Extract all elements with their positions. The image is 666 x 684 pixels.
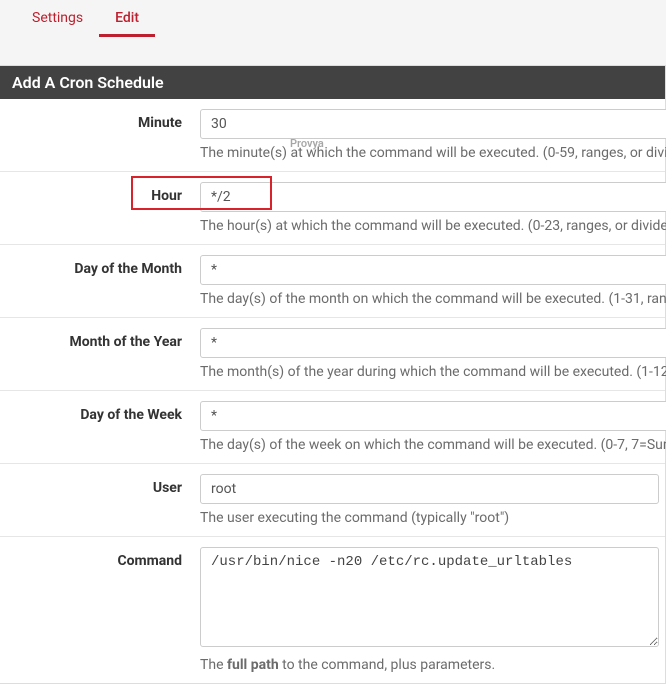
help-dow: The day(s) of the week on which the comm…: [200, 437, 666, 453]
input-moy[interactable]: [200, 328, 666, 358]
help-user: The user executing the command (typicall…: [200, 510, 659, 526]
panel-title: Add A Cron Schedule: [0, 66, 665, 99]
row-hour: Hour The hour(s) at which the command wi…: [0, 172, 665, 245]
row-user: User The user executing the command (typ…: [0, 464, 665, 537]
label-minute: Minute: [0, 109, 200, 161]
cron-panel: Provya Add A Cron Schedule Minute The mi…: [0, 65, 666, 684]
label-moy: Month of the Year: [0, 328, 200, 380]
help-dom: The day(s) of the month on which the com…: [200, 291, 666, 307]
label-user: User: [0, 474, 200, 526]
row-command: Command The full path to the command, pl…: [0, 537, 665, 683]
label-hour: Hour: [0, 182, 200, 234]
tab-edit[interactable]: Edit: [99, 0, 155, 37]
input-dom[interactable]: [200, 255, 666, 285]
help-moy: The month(s) of the year during which th…: [200, 364, 666, 380]
label-dow: Day of the Week: [0, 401, 200, 453]
input-hour[interactable]: [200, 182, 666, 212]
row-dow: Day of the Week The day(s) of the week o…: [0, 391, 665, 464]
input-command[interactable]: [200, 547, 659, 647]
input-user[interactable]: [200, 474, 659, 504]
help-command: The full path to the command, plus param…: [200, 657, 659, 673]
label-command: Command: [0, 547, 200, 673]
input-dow[interactable]: [200, 401, 666, 431]
row-dom: Day of the Month The day(s) of the month…: [0, 245, 665, 318]
tab-settings[interactable]: Settings: [16, 0, 99, 37]
help-hour: The hour(s) at which the command will be…: [200, 218, 666, 234]
help-minute: The minute(s) at which the command will …: [200, 145, 666, 161]
tab-bar: Settings Edit: [0, 0, 666, 37]
label-dom: Day of the Month: [0, 255, 200, 307]
input-minute[interactable]: [200, 109, 666, 139]
row-moy: Month of the Year The month(s) of the ye…: [0, 318, 665, 391]
row-minute: Minute The minute(s) at which the comman…: [0, 99, 665, 172]
